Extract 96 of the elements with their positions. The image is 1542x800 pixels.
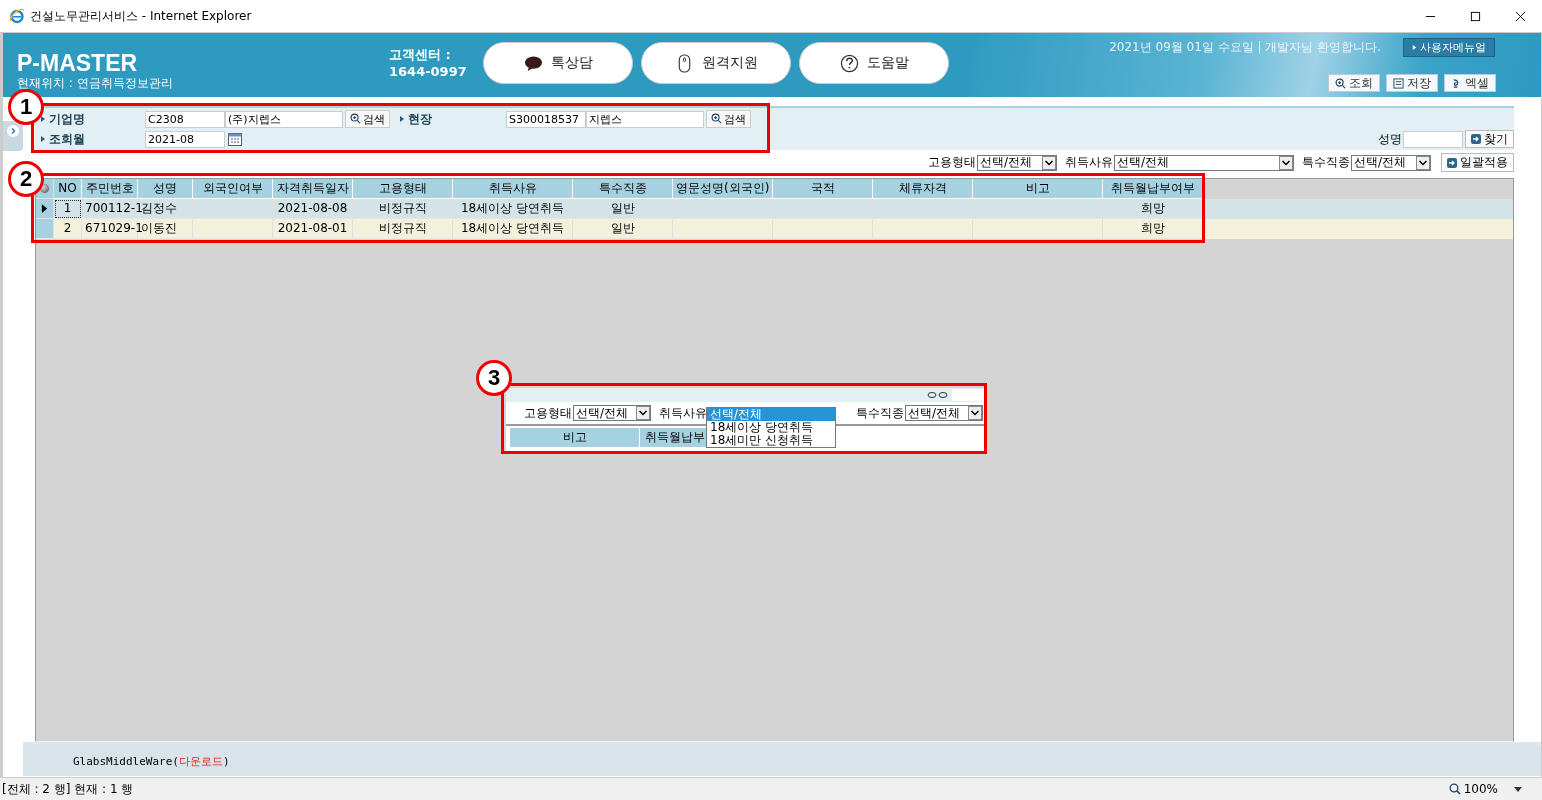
bullet-icon bbox=[41, 136, 45, 142]
table-cell: 비정규직 bbox=[353, 219, 453, 239]
calendar-icon[interactable] bbox=[227, 131, 243, 147]
chevron-down-icon bbox=[1279, 155, 1293, 170]
customer-center-label: 고객센터 : bbox=[389, 46, 452, 63]
side-menu-tab[interactable] bbox=[3, 121, 23, 151]
site-code-field[interactable]: S300018537 bbox=[506, 110, 586, 128]
filter-label: 고용형태 bbox=[928, 154, 976, 171]
table-cell: 일반 bbox=[573, 219, 673, 239]
row-header-cell[interactable] bbox=[36, 219, 54, 239]
table-cell: 18세이상 당연취득 bbox=[453, 219, 573, 239]
toolbar-button[interactable]: 조회 bbox=[1328, 74, 1380, 92]
filter-label: 특수직종 bbox=[856, 404, 904, 422]
close-icon[interactable] bbox=[1515, 10, 1526, 22]
middleware-text: GlabsMiddleWare(다운로드) bbox=[73, 753, 230, 769]
field-label: 기업명 bbox=[49, 110, 86, 128]
column-header[interactable]: 외국인여부 bbox=[193, 179, 273, 199]
column-header[interactable]: 영문성명(외국인) bbox=[673, 179, 773, 199]
dropdown-option[interactable]: 18세이상 당연취득 bbox=[707, 421, 835, 434]
chevron-down-icon bbox=[1416, 155, 1430, 170]
logo: P-MASTER bbox=[17, 51, 139, 75]
table-cell: 2 bbox=[54, 219, 82, 239]
field-label: 성명 bbox=[1378, 130, 1402, 148]
table-cell: 1 bbox=[54, 199, 82, 219]
filter-select[interactable]: 선택/전체 bbox=[977, 154, 1057, 171]
toolbar-button[interactable]: 엑셀 bbox=[1444, 74, 1496, 92]
caret-icon[interactable] bbox=[1514, 786, 1522, 792]
column-header[interactable]: 성명 bbox=[138, 179, 193, 199]
maximize-icon[interactable] bbox=[1470, 10, 1481, 22]
greeting-text: 2021년 09월 01일 수요일 | 개발자님 환영합니다. bbox=[1109, 39, 1381, 56]
company-code-field[interactable]: C2308 bbox=[145, 110, 225, 128]
header-button[interactable]: 도움말 bbox=[799, 42, 949, 84]
status-text: [전체 : 2 행] 현재 : 1 행 bbox=[2, 780, 134, 798]
triangle-icon bbox=[1412, 44, 1417, 51]
chevron-down-icon bbox=[636, 406, 650, 420]
grid-row[interactable]: 1 700112-1김정수 2021-08-08 비정규직 18세이상 당연취득 일반 희망 bbox=[36, 199, 1513, 219]
filter-label: 고용형태 bbox=[524, 404, 572, 422]
user-manual-button[interactable]: 사용자메뉴얼 bbox=[1403, 38, 1495, 57]
find-button[interactable]: 찾기 bbox=[1465, 130, 1514, 148]
chevron-down-icon bbox=[968, 406, 982, 420]
table-cell: 2021-08-01 bbox=[273, 219, 353, 239]
apply-all-button[interactable]: 일괄적용 bbox=[1441, 153, 1514, 172]
callout-number: 2 bbox=[8, 161, 44, 197]
toolbar-button[interactable]: 저장 bbox=[1386, 74, 1438, 92]
arrow-icon bbox=[1471, 134, 1481, 144]
zoom-icon bbox=[1448, 783, 1461, 795]
column-header[interactable]: 국적 bbox=[773, 179, 873, 199]
input-field[interactable] bbox=[952, 389, 986, 401]
column-header[interactable]: 체류자격 bbox=[873, 179, 973, 199]
filter-label: 취득사유 bbox=[659, 404, 707, 422]
zoom-icon bbox=[711, 112, 722, 124]
header-button[interactable]: 원격지원 bbox=[641, 42, 791, 84]
filter-label: 취득사유 bbox=[1065, 154, 1113, 171]
expand-icon bbox=[7, 125, 19, 137]
bullet-icon bbox=[400, 116, 404, 122]
filter-label: 특수직종 bbox=[1302, 154, 1350, 171]
grid-row[interactable]: 2 671029-1이동진 2021-08-01 비정규직 18세이상 당연취득 일반 희망 bbox=[36, 219, 1513, 239]
chevron-down-icon bbox=[1042, 155, 1056, 170]
circles-icon bbox=[927, 391, 949, 399]
window-title: 건설노무관리서비스 - Internet Explorer bbox=[30, 7, 252, 25]
customer-center-phone: 1644-0997 bbox=[389, 63, 468, 80]
field-label: 조회월 bbox=[49, 130, 86, 148]
row-header-cell[interactable] bbox=[36, 199, 54, 219]
dropdown-option[interactable]: 18세미만 신청취득 bbox=[707, 434, 835, 447]
zoom-icon bbox=[350, 112, 361, 124]
column-header[interactable]: NO bbox=[54, 179, 82, 199]
name-field[interactable] bbox=[1403, 130, 1463, 148]
filter-select[interactable]: 선택/전체 bbox=[573, 405, 651, 421]
company-name-field[interactable]: (주)지렙스 bbox=[225, 110, 343, 128]
bullet-icon bbox=[41, 116, 45, 122]
filter-select[interactable]: 선택/전체 bbox=[1114, 154, 1294, 171]
filter-select[interactable]: 선택/전체 bbox=[1351, 154, 1431, 171]
table-cell: 희망 bbox=[1103, 219, 1203, 239]
arrow-icon bbox=[1447, 157, 1457, 168]
column-header[interactable]: 특수직종 bbox=[573, 179, 673, 199]
field-label: 현장 bbox=[408, 110, 433, 128]
header-button[interactable]: 톡상담 bbox=[483, 42, 633, 84]
filter-select[interactable]: 선택/전체 bbox=[905, 405, 983, 421]
search-button[interactable]: 검색 bbox=[345, 110, 390, 128]
zoom-level[interactable]: 100% bbox=[1463, 782, 1498, 796]
search-button[interactable]: 검색 bbox=[706, 110, 751, 128]
column-header[interactable]: 비고 bbox=[973, 179, 1103, 199]
column-header[interactable]: 취득월납부여부 bbox=[1103, 179, 1203, 199]
column-header[interactable]: 취득사유 bbox=[453, 179, 573, 199]
column-header[interactable]: 비고 bbox=[510, 428, 640, 448]
row-pointer-icon bbox=[41, 204, 48, 213]
column-header[interactable]: 자격취득일자 bbox=[273, 179, 353, 199]
month-field[interactable]: 2021-08 bbox=[145, 130, 225, 148]
help-icon bbox=[839, 53, 859, 73]
speech-bubble-icon bbox=[523, 53, 543, 73]
site-name-field[interactable]: 지렙스 bbox=[586, 110, 704, 128]
zoom-icon bbox=[1335, 77, 1346, 89]
column-header[interactable]: 주민번호 bbox=[82, 179, 138, 199]
location-text: 현재위치 : 연금취득정보관리 bbox=[17, 75, 174, 92]
column-header[interactable]: 고용형태 bbox=[353, 179, 453, 199]
browser-icon bbox=[9, 8, 25, 24]
